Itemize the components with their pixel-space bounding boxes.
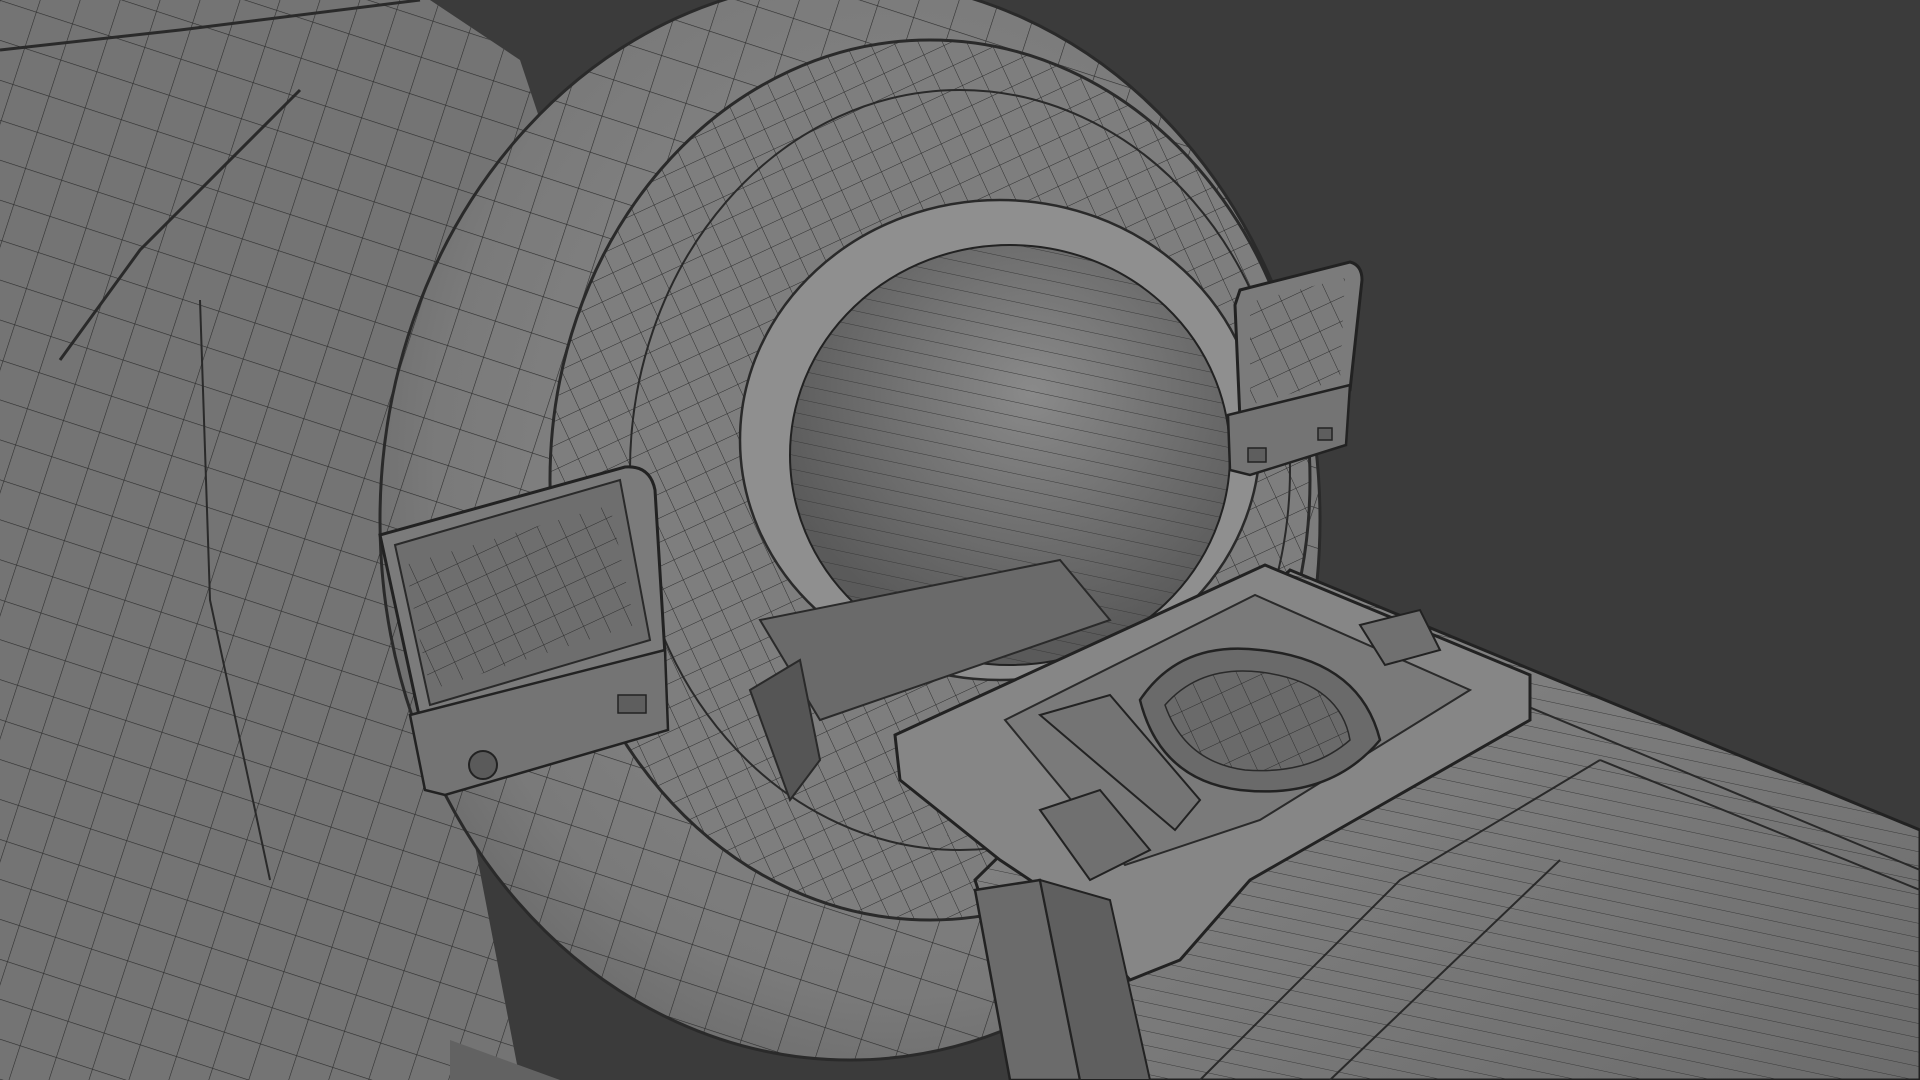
dial-icon bbox=[468, 750, 498, 780]
3d-viewport[interactable] bbox=[0, 0, 1920, 1080]
wireframe-render bbox=[0, 0, 1920, 1080]
right-control-panel bbox=[1226, 260, 1364, 477]
